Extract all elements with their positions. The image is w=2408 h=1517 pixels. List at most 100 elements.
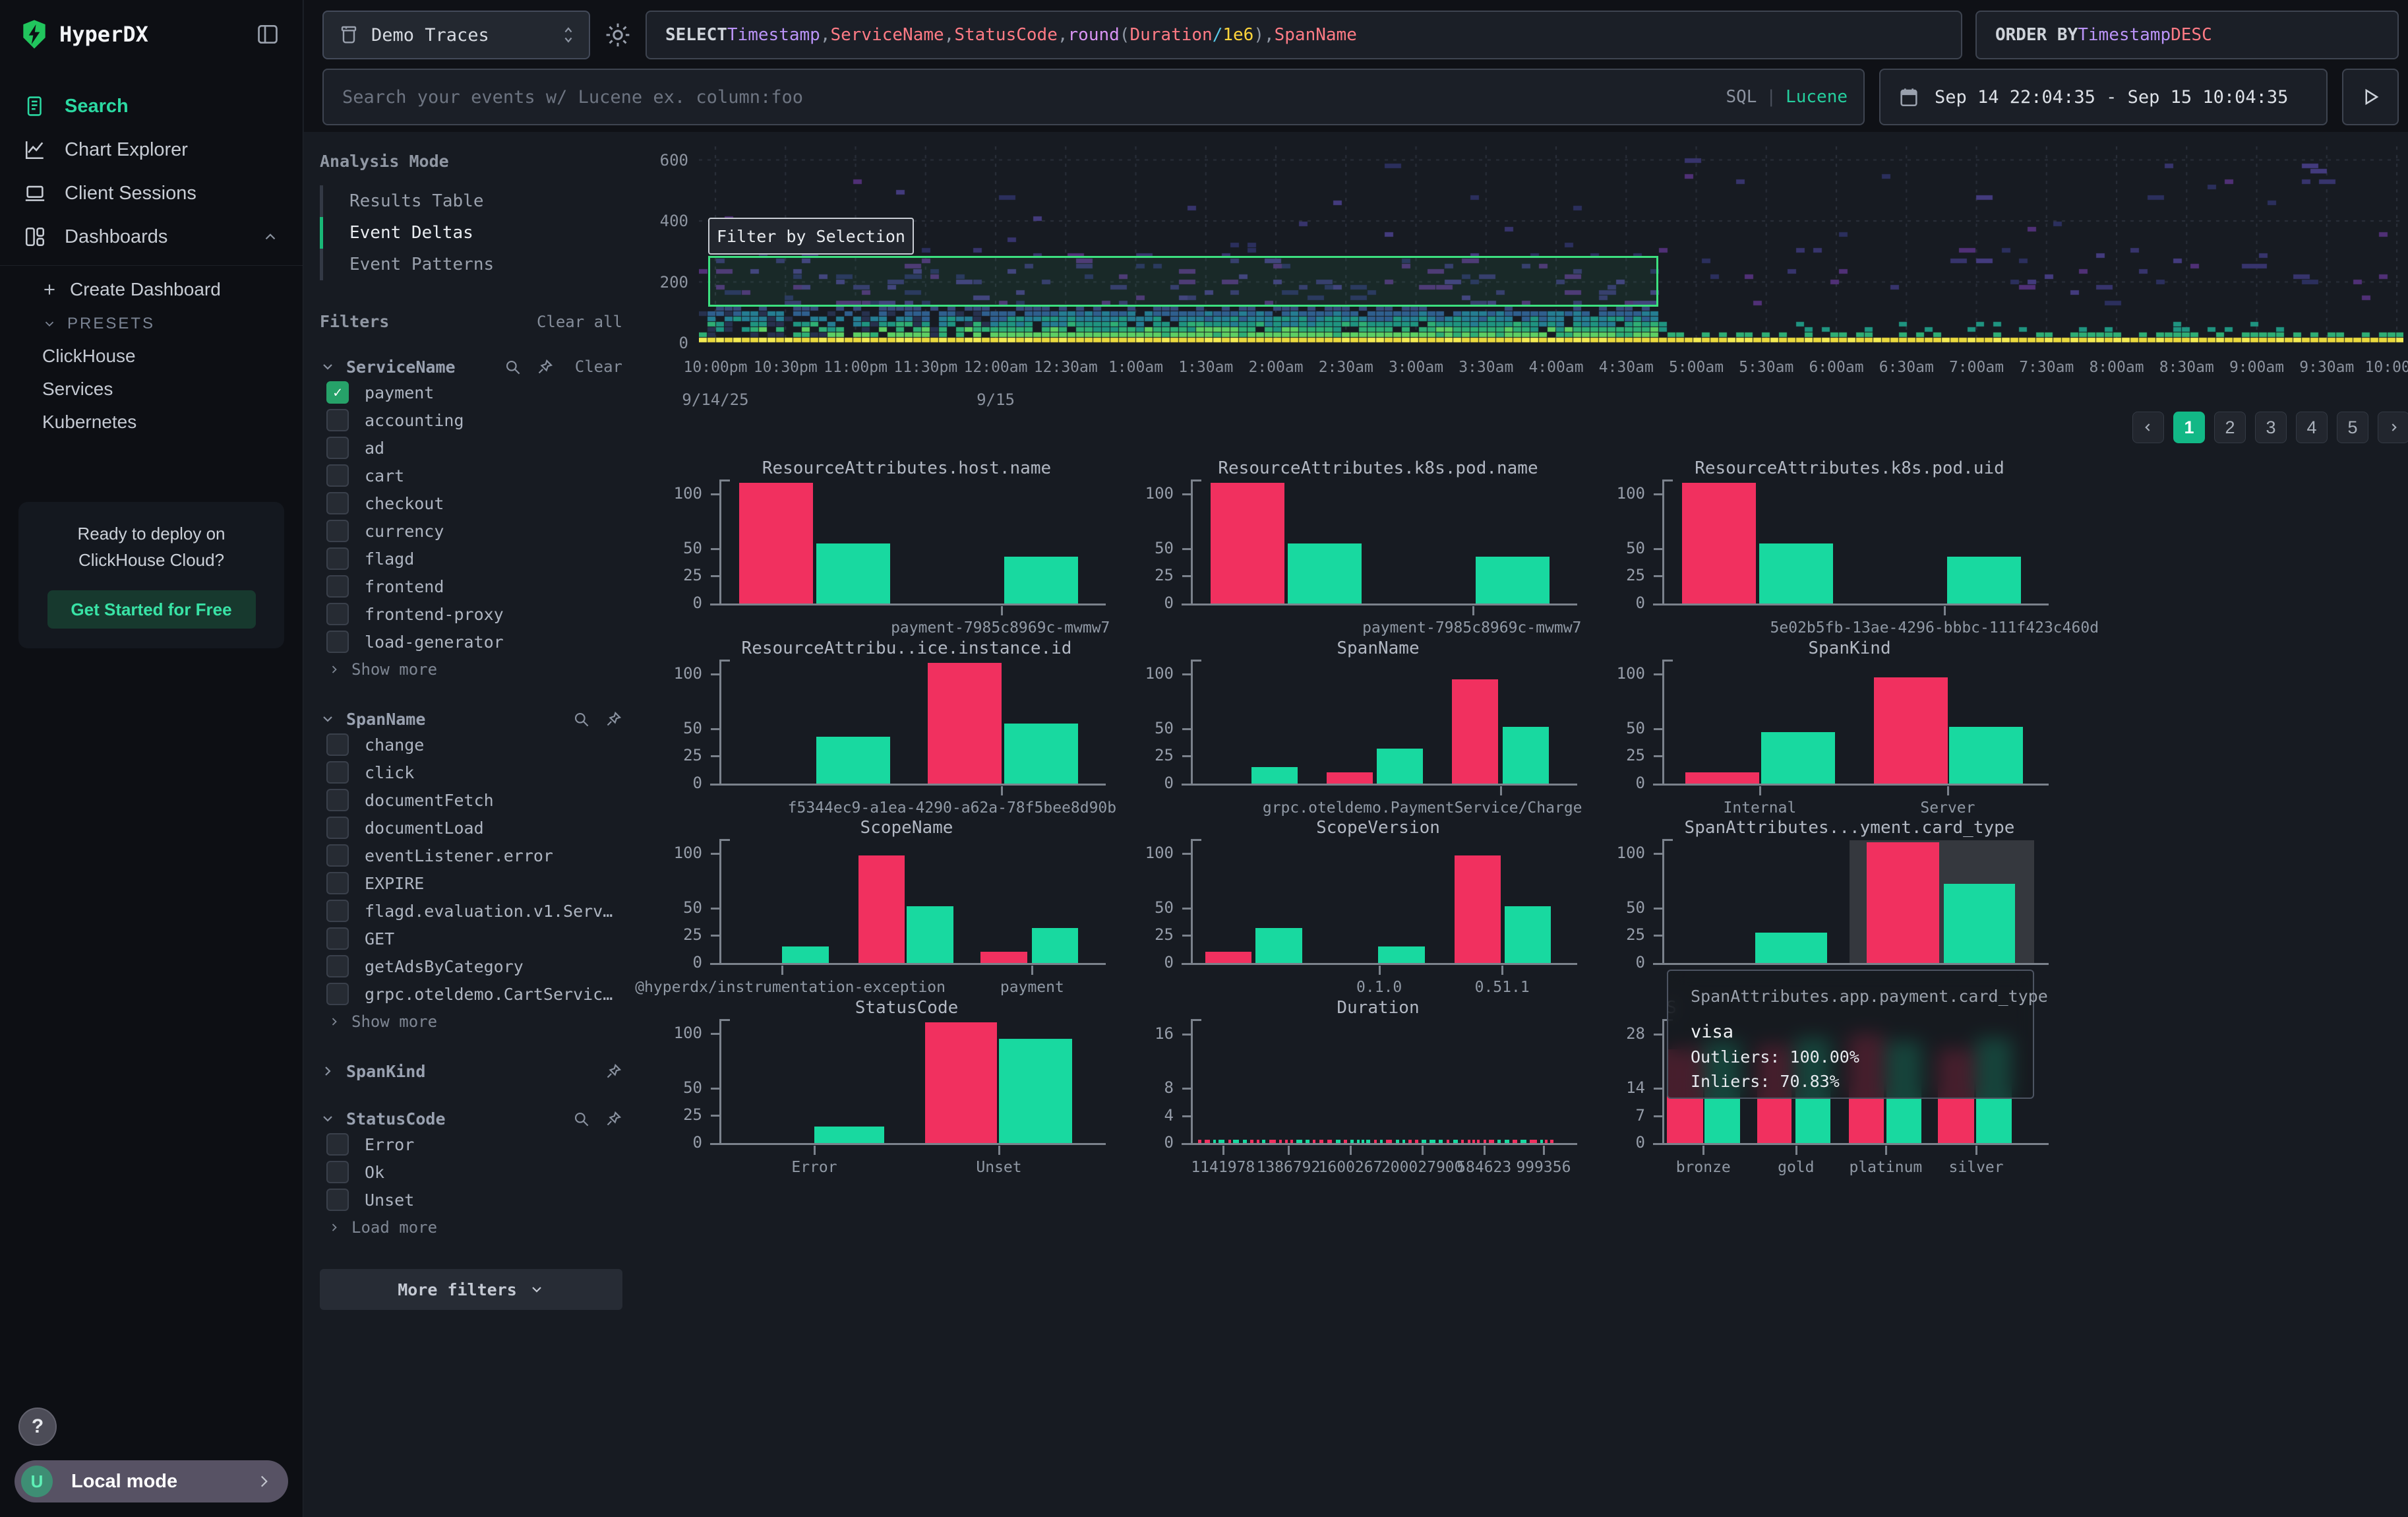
inlier-bar[interactable] <box>907 906 953 963</box>
inlier-bar[interactable] <box>1032 928 1078 963</box>
duration-micro-bar[interactable] <box>1285 1140 1288 1143</box>
outlier-bar[interactable] <box>1327 772 1373 784</box>
duration-micro-bar[interactable] <box>1402 1140 1405 1143</box>
outlier-bar[interactable] <box>928 663 1002 784</box>
duration-micro-bar[interactable] <box>1386 1140 1392 1143</box>
inlier-bar[interactable] <box>1949 727 2023 784</box>
pagination-page-1[interactable]: 1 <box>2173 412 2205 443</box>
pagination-prev-button[interactable] <box>2132 412 2164 443</box>
duration-micro-bar[interactable] <box>1513 1140 1517 1143</box>
outlier-bar[interactable] <box>1211 483 1284 604</box>
filter-by-selection-button[interactable]: Filter by Selection <box>708 218 914 255</box>
pagination-page-4[interactable]: 4 <box>2296 412 2328 443</box>
pagination-page-3[interactable]: 3 <box>2255 412 2287 443</box>
duration-micro-bar[interactable] <box>1250 1140 1253 1143</box>
duration-micro-bar[interactable] <box>1447 1140 1450 1143</box>
duration-micro-bar[interactable] <box>1366 1140 1370 1143</box>
duration-micro-bar[interactable] <box>1520 1140 1526 1143</box>
inlier-bar[interactable] <box>814 1127 884 1143</box>
outlier-bar[interactable] <box>1685 772 1759 784</box>
duration-micro-bar[interactable] <box>1219 1140 1224 1143</box>
inlier-bar[interactable] <box>1251 767 1298 784</box>
outlier-bar[interactable] <box>858 855 905 963</box>
duration-micro-bar[interactable] <box>1357 1140 1360 1143</box>
inlier-bar[interactable] <box>816 543 890 604</box>
inlier-bar[interactable] <box>1378 946 1425 963</box>
inlier-bar[interactable] <box>1476 557 1550 604</box>
duration-micro-bar[interactable] <box>1269 1140 1276 1143</box>
duration-micro-bar[interactable] <box>1489 1140 1493 1143</box>
inlier-bar[interactable] <box>1288 543 1362 604</box>
inlier-bar[interactable] <box>999 1039 1072 1143</box>
pagination-page-5[interactable]: 5 <box>2337 412 2368 443</box>
duration-micro-bar[interactable] <box>1228 1140 1231 1143</box>
outlier-bar[interactable] <box>1452 679 1498 784</box>
duration-micro-bar[interactable] <box>1243 1140 1247 1143</box>
duration-micro-bar[interactable] <box>1262 1140 1265 1143</box>
inlier-bar[interactable] <box>1505 906 1551 963</box>
event-heatmap-canvas[interactable] <box>699 146 2403 343</box>
duration-micro-bar[interactable] <box>1198 1140 1201 1143</box>
duration-micro-bar[interactable] <box>1344 1140 1347 1143</box>
duration-micro-bar[interactable] <box>1327 1140 1333 1143</box>
heatmap-selection[interactable] <box>708 256 1658 306</box>
duration-micro-bar[interactable] <box>1497 1140 1501 1143</box>
duration-micro-bar[interactable] <box>1279 1140 1282 1143</box>
duration-micro-bar[interactable] <box>1468 1140 1470 1143</box>
duration-micro-bar[interactable] <box>1422 1140 1426 1143</box>
outlier-bar[interactable] <box>1874 677 1948 784</box>
duration-micro-bar[interactable] <box>1306 1140 1309 1143</box>
duration-micro-bar[interactable] <box>1453 1140 1458 1143</box>
outlier-bar[interactable] <box>739 483 813 604</box>
duration-micro-bar[interactable] <box>1296 1140 1302 1143</box>
inlier-bar[interactable] <box>1255 928 1302 963</box>
outlier-bar[interactable] <box>1205 952 1251 963</box>
inlier-bar[interactable] <box>1004 724 1078 784</box>
pagination-next-button[interactable] <box>2378 412 2408 443</box>
duration-micro-bar[interactable] <box>1477 1140 1480 1143</box>
inlier-bar[interactable] <box>1004 557 1078 604</box>
outlier-bar[interactable] <box>1682 483 1756 604</box>
inlier-bar[interactable] <box>1944 884 2015 963</box>
duration-micro-bar[interactable] <box>1396 1140 1399 1143</box>
inlier-bar[interactable] <box>1755 933 1827 964</box>
duration-micro-bar[interactable] <box>1205 1140 1210 1143</box>
x-tick <box>1472 606 1474 615</box>
duration-micro-bar[interactable] <box>1461 1140 1464 1143</box>
duration-micro-bar[interactable] <box>1439 1140 1443 1143</box>
outlier-bar[interactable] <box>1867 842 1939 963</box>
duration-micro-bar[interactable] <box>1213 1140 1216 1143</box>
outlier-bar[interactable] <box>925 1022 997 1143</box>
x-axis <box>710 784 1106 786</box>
outlier-bar[interactable] <box>980 952 1027 963</box>
inlier-bar[interactable] <box>782 946 829 963</box>
duration-micro-bar[interactable] <box>1472 1140 1475 1143</box>
duration-micro-bar[interactable] <box>1540 1140 1543 1143</box>
pagination-page-2[interactable]: 2 <box>2214 412 2246 443</box>
duration-micro-bar[interactable] <box>1350 1140 1353 1143</box>
inlier-bar[interactable] <box>816 737 890 784</box>
duration-micro-bar[interactable] <box>1233 1140 1240 1143</box>
inlier-bar[interactable] <box>1503 727 1549 784</box>
duration-micro-bar[interactable] <box>1336 1140 1340 1143</box>
inlier-bar[interactable] <box>1377 749 1423 784</box>
inlier-bar[interactable] <box>1759 543 1833 604</box>
duration-micro-bar[interactable] <box>1505 1140 1510 1143</box>
duration-micro-bar[interactable] <box>1545 1140 1548 1143</box>
outlier-bar[interactable] <box>1455 855 1501 963</box>
inlier-bar[interactable] <box>1947 557 2021 604</box>
duration-micro-bar[interactable] <box>1484 1140 1486 1143</box>
duration-micro-bar[interactable] <box>1313 1140 1315 1143</box>
duration-micro-bar[interactable] <box>1380 1140 1383 1143</box>
duration-micro-bar[interactable] <box>1430 1140 1435 1143</box>
inlier-bar[interactable] <box>1761 732 1835 784</box>
duration-micro-bar[interactable] <box>1530 1140 1536 1143</box>
duration-micro-bar[interactable] <box>1550 1140 1553 1143</box>
duration-micro-bar[interactable] <box>1408 1140 1412 1143</box>
duration-micro-bar[interactable] <box>1290 1140 1293 1143</box>
duration-micro-bar[interactable] <box>1257 1140 1259 1143</box>
duration-micro-bar[interactable] <box>1319 1140 1324 1143</box>
duration-micro-bar[interactable] <box>1374 1140 1377 1143</box>
duration-micro-bar[interactable] <box>1362 1140 1364 1143</box>
duration-micro-bar[interactable] <box>1415 1140 1418 1143</box>
